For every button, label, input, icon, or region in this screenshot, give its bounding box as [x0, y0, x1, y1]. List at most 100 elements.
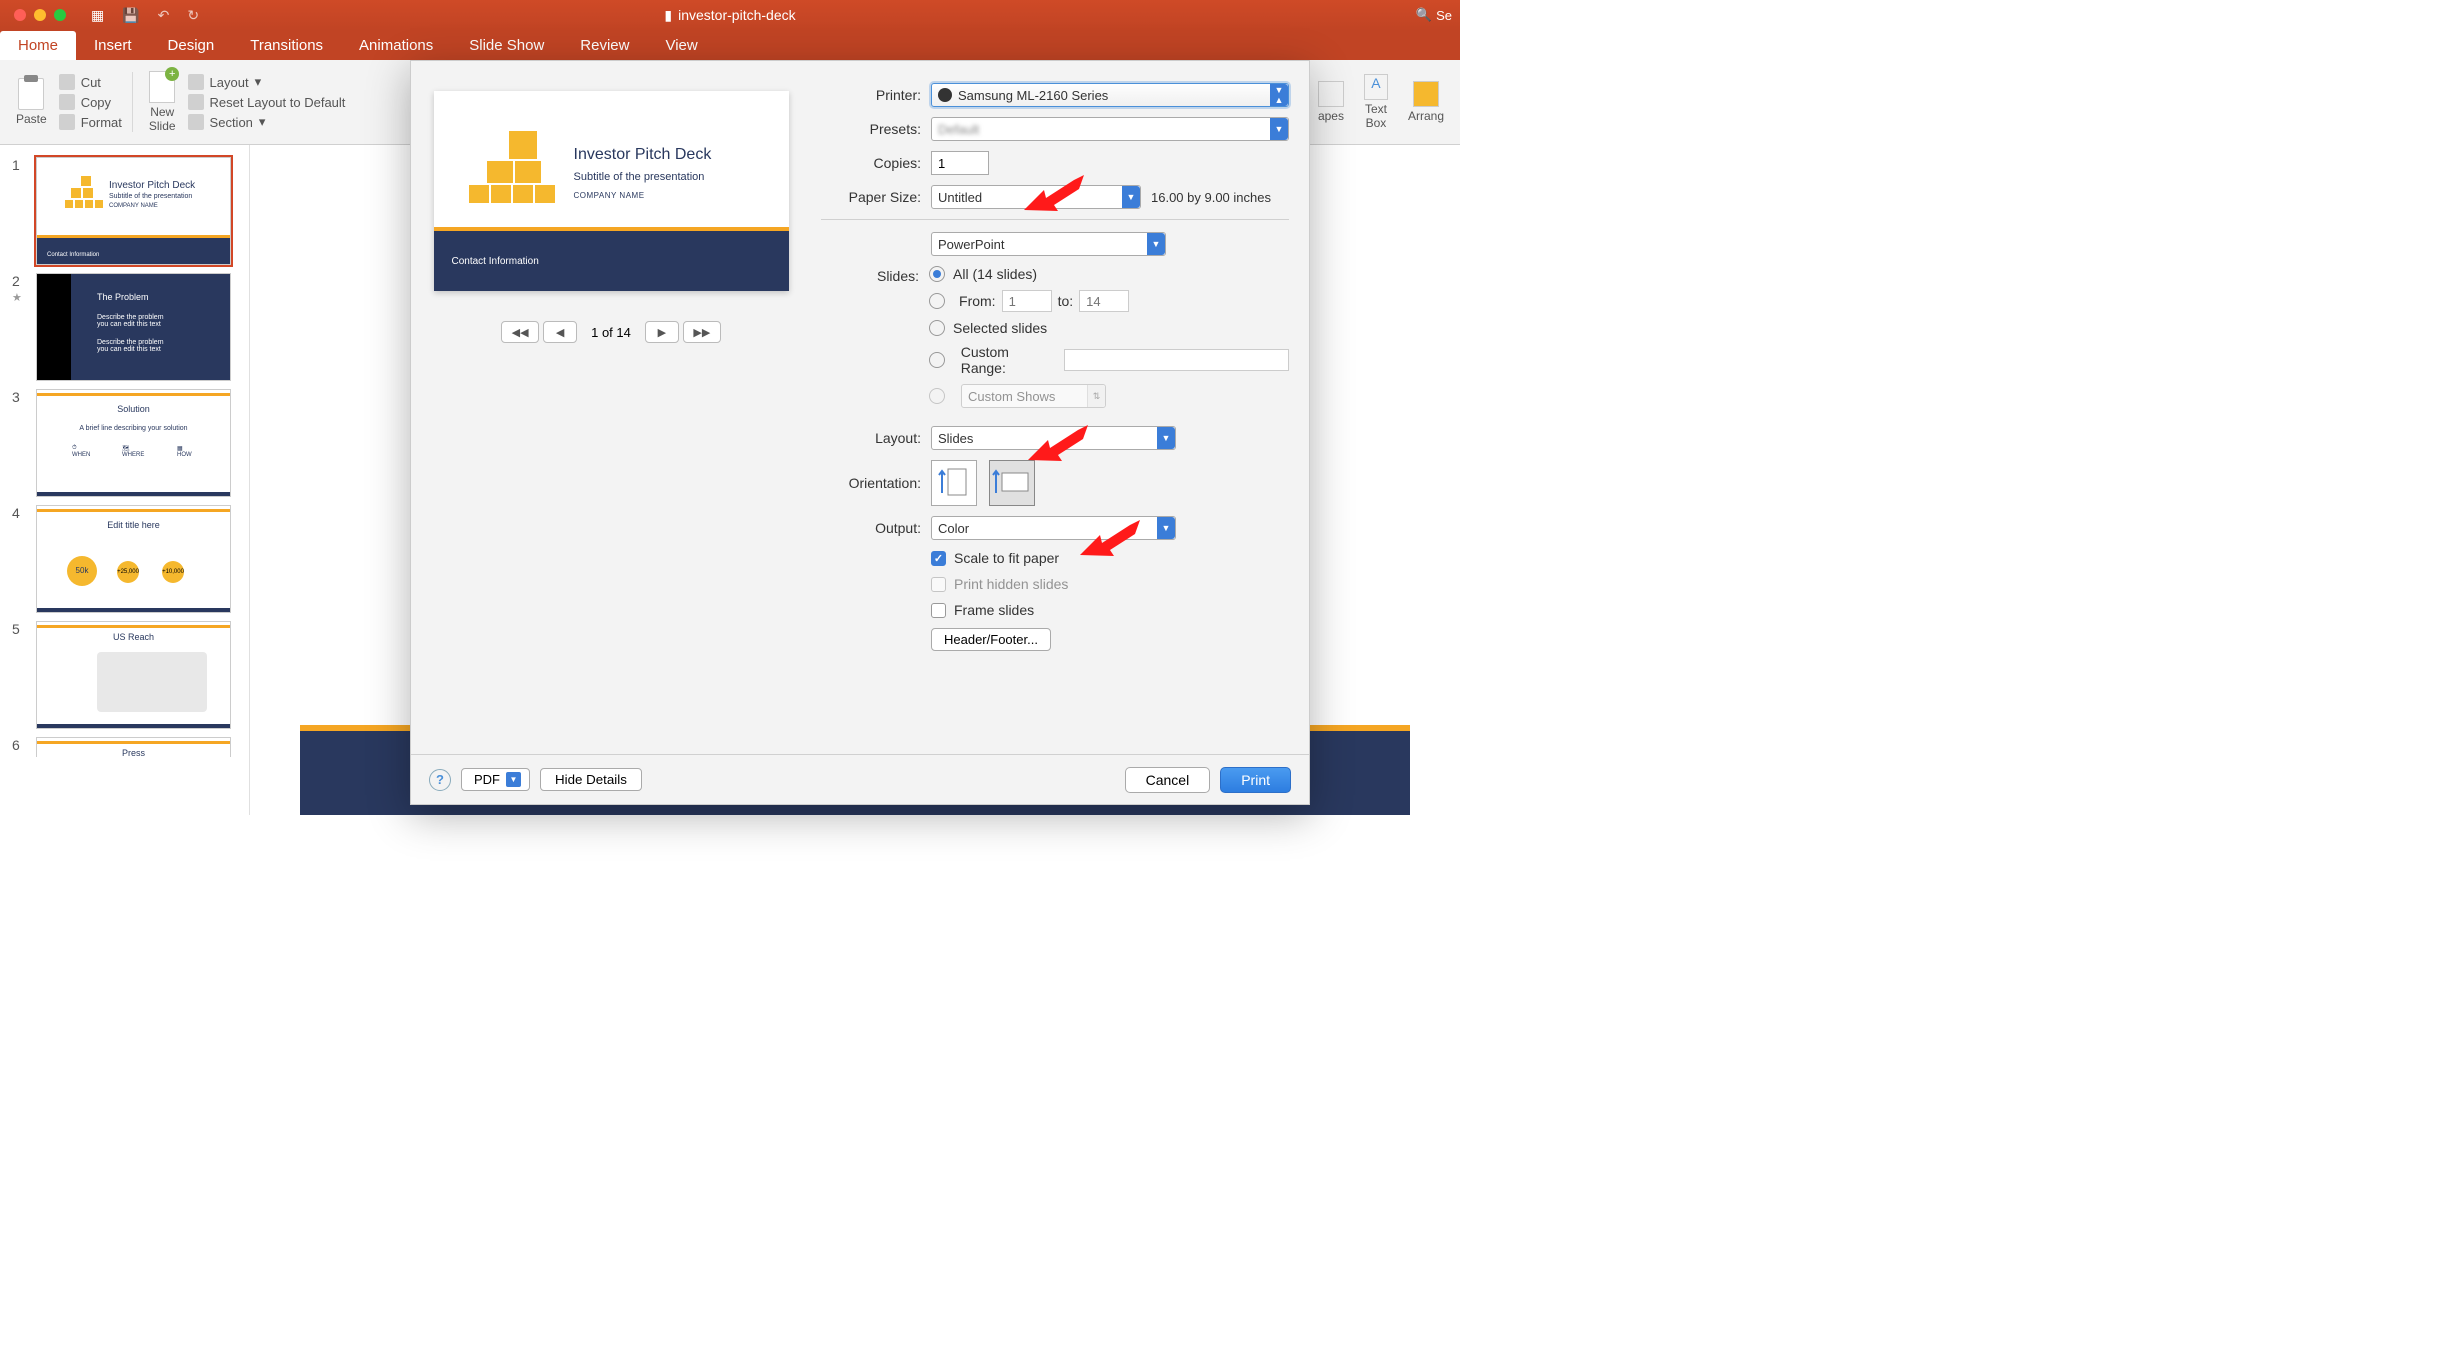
cancel-button[interactable]: Cancel	[1125, 767, 1211, 793]
hidden-label: Print hidden slides	[954, 576, 1068, 592]
slides-all-label: All (14 slides)	[953, 266, 1037, 282]
copy-button[interactable]: Copy	[59, 94, 122, 110]
slides-custom-range-radio[interactable]	[929, 352, 945, 368]
pdf-button[interactable]: PDF ▼	[461, 768, 530, 791]
slide-panel[interactable]: 1 Investor Pitch Deck Subtitle of the pr…	[0, 145, 250, 815]
print-button[interactable]: Print	[1220, 767, 1291, 793]
close-window-icon[interactable]	[14, 9, 26, 21]
toolbar-icon[interactable]: ▦	[91, 7, 104, 24]
redo-icon[interactable]: ↻	[187, 7, 199, 24]
presets-dropdown[interactable]: Default ▼	[931, 117, 1289, 141]
header-footer-button[interactable]: Header/Footer...	[931, 628, 1051, 651]
papersize-label: Paper Size:	[821, 189, 921, 205]
slides-from-radio[interactable]	[929, 293, 945, 309]
presets-label: Presets:	[821, 121, 921, 137]
printer-dropdown[interactable]: Samsung ML-2160 Series ▼▲	[931, 83, 1289, 107]
slide-number: 5	[12, 621, 20, 637]
slide-thumbnail-3[interactable]: Solution A brief line describing your so…	[36, 389, 231, 497]
selected-label: Selected slides	[953, 320, 1047, 336]
file-icon: ▮	[664, 7, 672, 24]
scale-checkbox[interactable]	[931, 551, 946, 566]
tab-design[interactable]: Design	[150, 31, 233, 60]
scissors-icon	[59, 74, 75, 90]
annotation-arrow-icon	[1080, 520, 1140, 565]
orientation-portrait-button[interactable]	[931, 460, 977, 506]
print-dialog: Investor Pitch Deck Subtitle of the pres…	[410, 60, 1310, 805]
annotation-arrow-icon	[1024, 175, 1084, 220]
chevron-down-icon: ▼	[1270, 118, 1288, 140]
print-preview: Investor Pitch Deck Subtitle of the pres…	[434, 91, 789, 291]
chevron-down-icon: ⇅	[1087, 385, 1105, 407]
arrange-button[interactable]: Arrang	[1402, 81, 1450, 123]
search-placeholder[interactable]: Se	[1436, 8, 1452, 23]
from-input[interactable]	[1002, 290, 1052, 312]
textbox-button[interactable]: A Text Box	[1358, 74, 1394, 130]
shapes-button[interactable]: apes	[1312, 81, 1350, 123]
section-button[interactable]: Section ▾	[188, 114, 346, 130]
app-dropdown[interactable]: PowerPoint ▼	[931, 232, 1166, 256]
prev-page-button[interactable]: ◀	[543, 321, 577, 343]
tab-slideshow[interactable]: Slide Show	[451, 31, 562, 60]
undo-icon[interactable]: ↶	[158, 7, 170, 24]
next-page-button[interactable]: ▶	[645, 321, 679, 343]
slides-selected-radio[interactable]	[929, 320, 945, 336]
slides-label: Slides:	[821, 268, 919, 284]
preview-subtitle: Subtitle of the presentation	[574, 171, 705, 183]
maximize-window-icon[interactable]	[54, 9, 66, 21]
search-icon[interactable]: 🔍	[1416, 7, 1432, 23]
slide-thumbnail-5[interactable]: US Reach	[36, 621, 231, 729]
annotation-arrow-icon	[1028, 425, 1088, 470]
chevron-down-icon: ▼	[1157, 427, 1175, 449]
save-icon[interactable]: 💾	[122, 7, 139, 24]
reset-icon	[188, 94, 204, 110]
output-label: Output:	[821, 520, 921, 536]
slides-custom-shows-radio	[929, 388, 945, 404]
slide-thumbnail-1[interactable]: Investor Pitch Deck Subtitle of the pres…	[36, 157, 231, 265]
slide-thumbnail-2[interactable]: The Problem Describe the problemyou can …	[36, 273, 231, 381]
tab-home[interactable]: Home	[0, 31, 76, 60]
layout-button[interactable]: Layout ▾	[188, 74, 346, 90]
printer-label: Printer:	[821, 87, 921, 103]
tab-animations[interactable]: Animations	[341, 31, 451, 60]
tab-insert[interactable]: Insert	[76, 31, 150, 60]
chevron-down-icon: ▼▲	[1270, 84, 1288, 106]
hidden-checkbox	[931, 577, 946, 592]
slide-number: 4	[12, 505, 20, 521]
new-slide-button[interactable]: + New Slide	[143, 71, 182, 133]
reset-layout-button[interactable]: Reset Layout to Default	[188, 94, 346, 110]
tab-transitions[interactable]: Transitions	[232, 31, 341, 60]
frame-label: Frame slides	[954, 602, 1034, 618]
help-button[interactable]: ?	[429, 769, 451, 791]
slide-number: 3	[12, 389, 20, 405]
copies-input[interactable]	[931, 151, 989, 175]
slide-thumbnail-6[interactable]: Press	[36, 737, 231, 757]
title-bar: ▦ 💾 ↶ ↻ ▮ investor-pitch-deck 🔍 Se	[0, 0, 1460, 30]
ribbon-tabs: Home Insert Design Transitions Animation…	[0, 30, 1460, 60]
format-button[interactable]: Format	[59, 114, 122, 130]
scale-label: Scale to fit paper	[954, 550, 1059, 566]
hide-details-button[interactable]: Hide Details	[540, 768, 642, 791]
last-page-button[interactable]: ▶▶	[683, 321, 721, 343]
cut-button[interactable]: Cut	[59, 74, 122, 90]
to-input[interactable]	[1079, 290, 1129, 312]
chevron-down-icon: ▼	[1122, 186, 1140, 208]
from-label: From:	[959, 293, 996, 309]
frame-checkbox[interactable]	[931, 603, 946, 618]
paste-button[interactable]: Paste	[10, 78, 53, 126]
first-page-button[interactable]: ◀◀	[501, 321, 539, 343]
orientation-label: Orientation:	[821, 475, 921, 491]
chevron-down-icon: ▼	[1147, 233, 1165, 255]
slide-thumbnail-4[interactable]: Edit title here 50k +25,000 +10,000	[36, 505, 231, 613]
slides-all-radio[interactable]	[929, 266, 945, 282]
document-title: investor-pitch-deck	[678, 7, 796, 23]
custom-range-input[interactable]	[1064, 349, 1289, 371]
slide-number: 2	[12, 273, 20, 289]
tab-view[interactable]: View	[647, 31, 715, 60]
page-indicator: 1 of 14	[591, 325, 631, 340]
minimize-window-icon[interactable]	[34, 9, 46, 21]
custom-shows-dropdown: Custom Shows ⇅	[961, 384, 1106, 408]
dialog-footer: ? PDF ▼ Hide Details Cancel Print	[411, 754, 1309, 804]
chevron-down-icon: ▼	[506, 772, 521, 787]
custom-range-label: Custom Range:	[961, 344, 1056, 376]
tab-review[interactable]: Review	[562, 31, 647, 60]
